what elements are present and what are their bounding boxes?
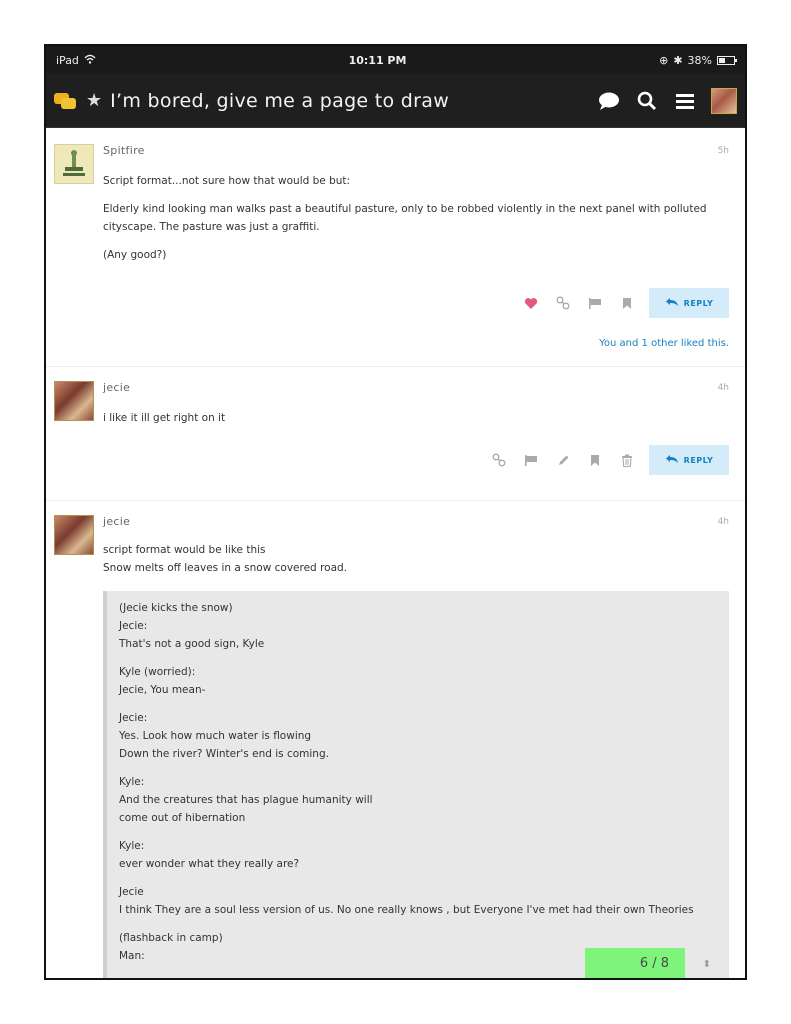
post-stream: Spitfire 5h Script format...not sure how… [46,128,745,978]
avatar[interactable] [54,144,94,184]
post-actions: REPLY [483,445,729,475]
quote-paragraph: (Jecie kicks the snow) Jecie: That's not… [119,602,265,650]
liked-summary[interactable]: You and 1 other liked this. [599,338,729,349]
device-label: iPad [56,53,79,67]
flag-icon[interactable] [515,445,547,475]
trash-icon[interactable] [611,445,643,475]
post-item: jecie 4h i like it ill get right on it R… [46,367,745,501]
quote-paragraph: Jecie I think They are a soul less versi… [119,886,694,916]
bookmark-icon[interactable] [611,288,643,318]
lock-rotation-icon: ⊕ [659,53,669,67]
reply-button[interactable]: REPLY [649,288,729,318]
progress-expand-icon[interactable]: ⬍ [703,959,711,970]
avatar[interactable] [54,381,94,421]
ipad-screen: iPad 10:11 PM ⊕ ✱ 38% ★ I’m bored, give … [44,44,747,980]
post-paragraph: script format would be like this [103,544,266,556]
edit-icon[interactable] [547,445,579,475]
blockquote: (Jecie kicks the snow) Jecie: That's not… [103,591,729,978]
reply-button[interactable]: REPLY [649,445,729,475]
link-icon[interactable] [547,288,579,318]
progress-label: 6 / 8 [639,955,669,971]
site-logo-icon[interactable] [54,91,78,111]
topic-header: ★ I’m bored, give me a page to draw [46,74,745,128]
quote-paragraph: Kyle (worried): Jecie, You mean- [119,666,206,696]
chat-bubble-icon[interactable] [597,89,621,113]
post-time: 4h [717,517,729,527]
post-time: 5h [717,146,729,156]
post-paragraph: Script format...not sure how that would … [103,175,351,187]
topic-title[interactable]: I’m bored, give me a page to draw [110,90,597,112]
post-paragraph: (Any good?) [103,249,167,261]
bookmark-icon[interactable] [579,445,611,475]
avatar[interactable] [54,515,94,555]
star-icon[interactable]: ★ [86,90,102,111]
reply-arrow-icon [665,454,679,466]
post-username[interactable]: Spitfire [103,144,145,157]
bluetooth-icon: ✱ [673,53,683,67]
quote-paragraph: Jecie: Yes. Look how much water is flowi… [119,712,329,760]
hamburger-menu-icon[interactable] [673,89,697,113]
reply-arrow-icon [665,297,679,309]
current-user-avatar[interactable] [711,87,737,114]
status-bar: iPad 10:11 PM ⊕ ✱ 38% [46,46,745,74]
post-item: jecie 4h script format would be like thi… [46,501,745,978]
link-icon[interactable] [483,445,515,475]
search-icon[interactable] [635,89,659,113]
wifi-icon [84,54,96,67]
post-paragraph: Snow melts off leaves in a snow covered … [103,562,348,574]
quote-paragraph: Kyle: And the creatures that has plague … [119,776,373,824]
post-body: Script format...not sure how that would … [103,172,729,274]
post-actions: REPLY [515,288,729,318]
post-body: i like it ill get right on it [103,409,729,437]
reply-label: REPLY [683,298,714,308]
post-item: Spitfire 5h Script format...not sure how… [46,128,745,367]
flag-icon[interactable] [579,288,611,318]
post-username[interactable]: jecie [103,381,130,394]
post-body: script format would be like this Snow me… [103,541,729,577]
post-progress-indicator[interactable]: 6 / 8 [585,948,685,978]
post-time: 4h [717,383,729,393]
battery-percent: 38% [687,53,712,67]
clock: 10:11 PM [348,53,407,67]
reply-label: REPLY [683,455,714,465]
heart-icon[interactable] [515,288,547,318]
post-username[interactable]: jecie [103,515,130,528]
post-paragraph: Elderly kind looking man walks past a be… [103,203,707,233]
post-paragraph: i like it ill get right on it [103,412,226,424]
quote-paragraph: Kyle: ever wonder what they really are? [119,840,300,870]
battery-icon [716,55,737,65]
